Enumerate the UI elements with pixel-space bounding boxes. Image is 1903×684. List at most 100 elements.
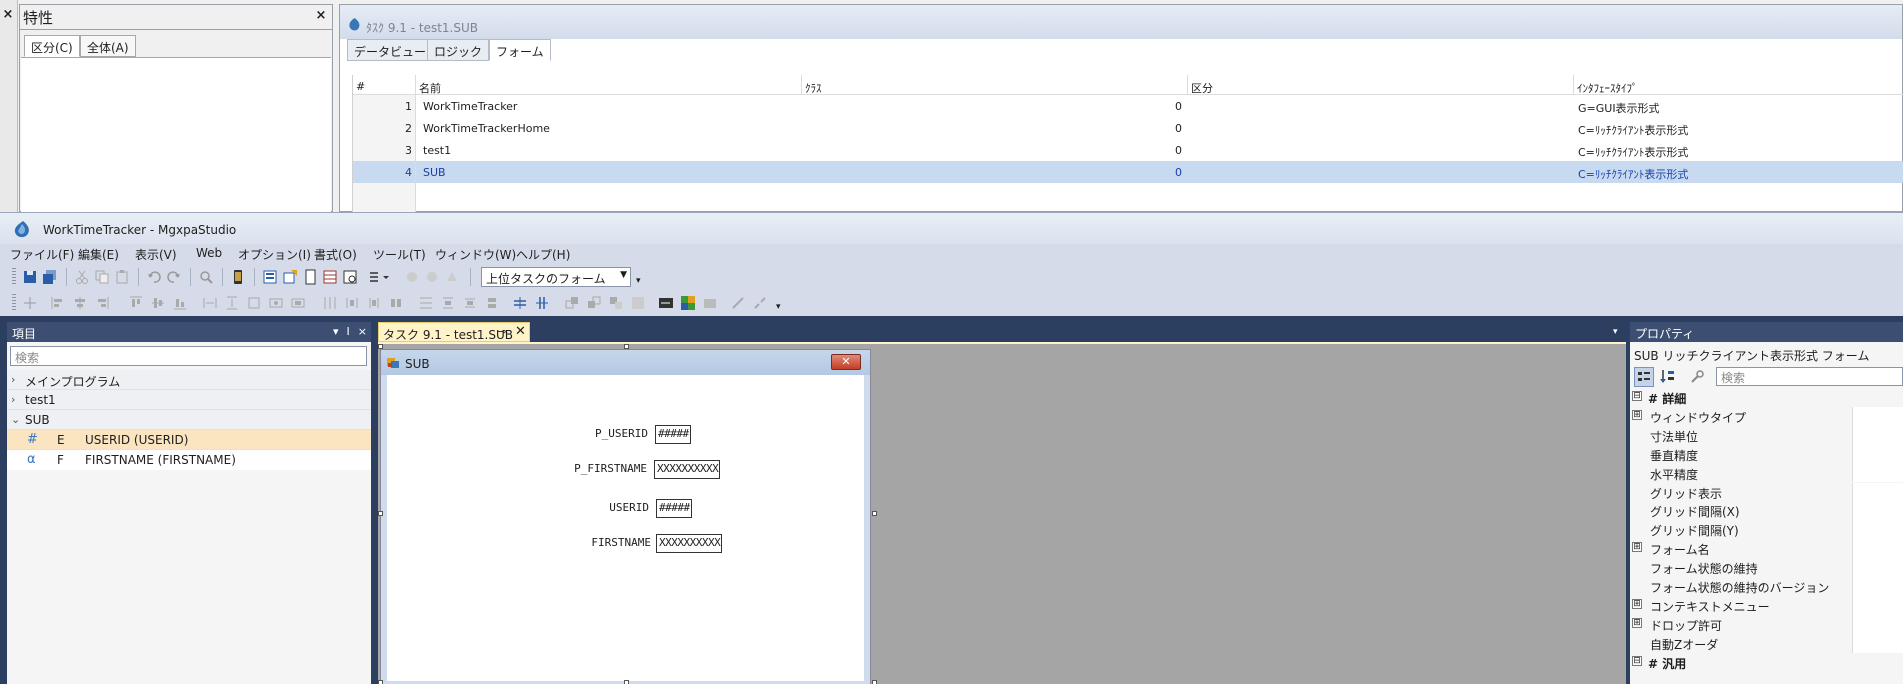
chevron-right-icon[interactable]: › [11, 373, 15, 386]
chevron-down-icon[interactable]: ⌄ [11, 413, 20, 426]
tree-item-main-program[interactable]: › メインプログラム [7, 370, 371, 390]
toolbar-overflow-icon[interactable]: ▾ [776, 302, 781, 312]
vspace-decrease-icon[interactable] [462, 295, 478, 311]
properties-search-input[interactable]: 検索 [1716, 367, 1903, 386]
field-firstname[interactable]: XXXXXXXXXX [656, 534, 722, 553]
snap-icon[interactable] [22, 295, 38, 311]
collapse-icon[interactable]: ⊟ [1632, 391, 1642, 401]
tab-dataview[interactable]: データビュー [347, 39, 434, 61]
link-icon[interactable] [730, 295, 746, 311]
unlink-icon[interactable] [752, 295, 768, 311]
form-titlebar[interactable]: SUB ✕ [381, 350, 870, 375]
tab-logic[interactable]: ロジック [427, 39, 490, 61]
expand-icon[interactable]: ⊞ [1632, 617, 1642, 628]
align-left-icon[interactable] [50, 295, 66, 311]
center-vertical-icon[interactable] [534, 295, 550, 311]
pin-icon[interactable]: ⵏ [347, 325, 350, 338]
table-row[interactable]: 2 WorkTimeTrackerHome 0 C=ﾘｯﾁｸﾗｲｱﾝﾄ表示形式 [353, 117, 1903, 139]
vspace-remove-icon[interactable] [484, 295, 500, 311]
close-icon[interactable]: × [1, 8, 15, 22]
resize-handle[interactable] [872, 511, 877, 516]
menu-format[interactable]: 書式(O) [314, 246, 357, 263]
tab-category[interactable]: 区分(C) [24, 35, 80, 57]
property-row[interactable]: ⊞ コンテキストメニュー [1630, 595, 1903, 615]
bring-front-icon[interactable] [564, 295, 580, 311]
column-header-name[interactable]: 名前 [416, 75, 802, 95]
property-row[interactable]: グリッド表示 [1630, 482, 1903, 502]
column-header-class[interactable]: ｸﾗｽ [802, 75, 1188, 95]
form-scope-combo[interactable]: 上位タスクのフォーム ▼ [481, 267, 631, 287]
property-row[interactable]: フォーム状態の維持 [1630, 558, 1903, 577]
center-horizontal-icon[interactable] [512, 295, 528, 311]
window-titlebar[interactable]: ﾀｽｸ 9.1 - test1.SUB [340, 5, 1902, 39]
resize-handle[interactable] [378, 344, 383, 349]
property-value[interactable] [1852, 425, 1903, 445]
property-value[interactable] [1852, 595, 1903, 615]
field-p-userid[interactable]: ##### [655, 425, 691, 444]
tab-form[interactable]: フォーム [489, 39, 551, 61]
undo-icon[interactable] [146, 269, 162, 285]
form-designer-canvas[interactable]: SUB ✕ P_USERID ##### P_FIRSTNAME XXXXXXX… [378, 342, 1626, 684]
column-header-number[interactable]: # [353, 75, 416, 95]
expand-icon[interactable]: ⊞ [1632, 598, 1642, 609]
property-value[interactable] [1852, 539, 1903, 559]
property-row[interactable]: ⊞ ドロップ許可 [1630, 614, 1903, 634]
fit-icon[interactable] [290, 295, 306, 311]
resize-handle[interactable] [624, 680, 629, 684]
menu-window[interactable]: ウィンドウ(W) [435, 246, 516, 263]
property-value[interactable] [1852, 482, 1903, 502]
hspace-increase-icon[interactable] [344, 295, 360, 311]
property-row[interactable]: グリッド間隔(Y) [1630, 520, 1903, 540]
expand-icon[interactable]: ⊞ [1632, 542, 1642, 553]
form-view-icon[interactable] [342, 269, 358, 285]
tab-order-icon[interactable] [658, 295, 674, 311]
program-icon[interactable] [262, 269, 278, 285]
property-value[interactable] [1852, 520, 1903, 540]
table-row[interactable]: 3 test1 0 C=ﾘｯﾁｸﾗｲｱﾝﾄ表示形式 [353, 139, 1903, 161]
disabled-tool-icon[interactable] [444, 269, 460, 285]
tree-item-userid[interactable]: # E USERID (USERID) [7, 430, 371, 450]
items-search-input[interactable]: 検索 [10, 346, 367, 366]
property-value[interactable] [1852, 501, 1903, 521]
same-width-icon[interactable] [202, 295, 218, 311]
resize-handle[interactable] [378, 511, 383, 516]
document-tab[interactable]: タスク 9.1 - test1.SUB ⊸ ✕ [378, 322, 530, 342]
column-header-interface-type[interactable]: ｲﾝﾀﾌｪｰｽﾀｲﾌﾟ [1574, 75, 1903, 95]
label-firstname[interactable]: FIRSTNAME [521, 536, 651, 549]
tree-item-test1[interactable]: › test1 [7, 390, 371, 410]
label-p-firstname[interactable]: P_FIRSTNAME [517, 462, 647, 475]
table-row[interactable]: 1 WorkTimeTracker 0 G=GUI表示形式 [353, 95, 1903, 117]
menu-view[interactable]: 表示(V) [135, 246, 177, 263]
ungroup-icon[interactable] [630, 295, 646, 311]
toolbar-overflow-icon[interactable]: ▾ [636, 276, 641, 286]
property-row[interactable]: 自動Zオーダ [1630, 633, 1903, 653]
group-icon[interactable] [608, 295, 624, 311]
align-right-icon[interactable] [94, 295, 110, 311]
categorized-view-icon[interactable] [1634, 367, 1654, 387]
property-row[interactable]: ⊞ ウィンドウタイプ [1630, 406, 1903, 426]
same-height-icon[interactable] [224, 295, 240, 311]
menu-web[interactable]: Web [196, 246, 222, 260]
column-header-category[interactable]: 区分 [1188, 75, 1574, 95]
cut-icon[interactable] [74, 269, 90, 285]
property-category[interactable]: ⊟ # 詳細 [1630, 388, 1903, 407]
close-icon[interactable]: ✕ [831, 354, 861, 370]
tree-item-firstname[interactable]: α F FIRSTNAME (FIRSTNAME) [7, 450, 371, 470]
field-p-firstname[interactable]: XXXXXXXXXX [654, 460, 720, 479]
vspace-equal-icon[interactable] [418, 295, 434, 311]
send-back-icon[interactable] [586, 295, 602, 311]
table-row-selected[interactable]: 4 SUB 0 C=ﾘｯﾁｸﾗｲｱﾝﾄ表示形式 [353, 161, 1903, 183]
save-all-icon[interactable] [42, 269, 58, 285]
tree-item-sub[interactable]: ⌄ SUB [7, 410, 371, 430]
model-icon[interactable] [282, 269, 298, 285]
resize-handle[interactable] [378, 680, 383, 684]
property-category[interactable]: ⊟ # 汎用 [1630, 653, 1903, 672]
toolbar-grip[interactable] [12, 294, 16, 312]
property-row[interactable]: 垂直精度 [1630, 444, 1903, 464]
property-row[interactable]: 水平精度 [1630, 463, 1903, 483]
list-dropdown-icon[interactable] [368, 269, 389, 285]
property-row[interactable]: グリッド間隔(X) [1630, 501, 1903, 521]
pin-icon[interactable]: ⊸ [497, 325, 506, 338]
menu-tools[interactable]: ツール(T) [373, 246, 426, 263]
align-middle-icon[interactable] [150, 295, 166, 311]
